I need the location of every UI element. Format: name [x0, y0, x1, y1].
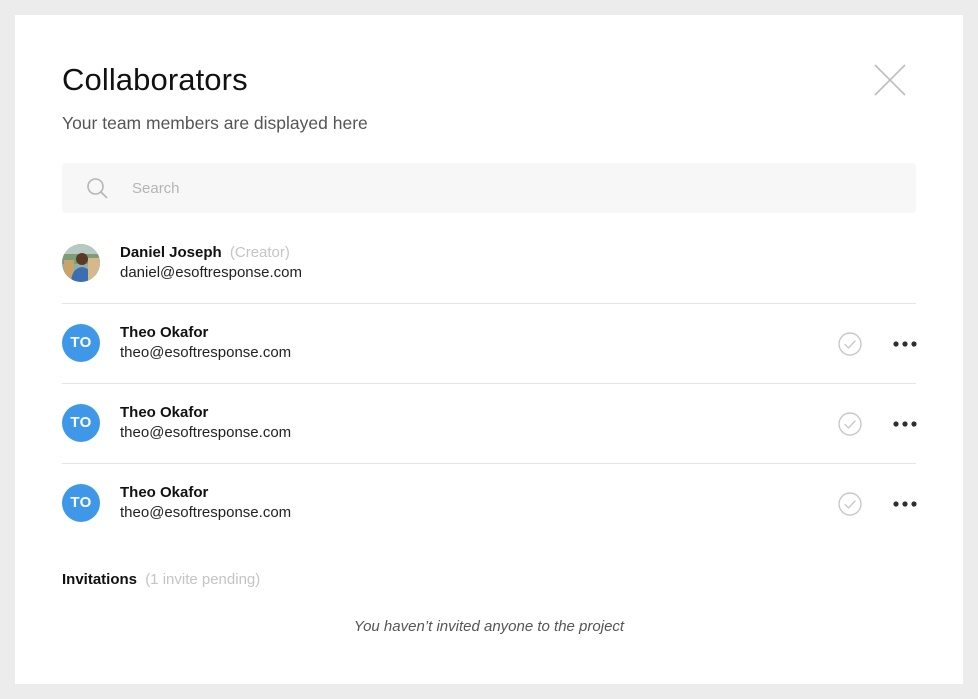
avatar: TO — [62, 324, 100, 362]
member-row-daniel-joseph: Daniel Joseph (Creator) daniel@esoftresp… — [62, 224, 916, 304]
close-icon — [874, 64, 906, 96]
check-circle-icon[interactable] — [838, 332, 862, 356]
more-horizontal-icon[interactable] — [892, 332, 918, 356]
invitations-label: Invitations — [62, 571, 138, 588]
modal-title: Collaborators — [62, 62, 248, 97]
avatar: TO — [62, 404, 100, 442]
member-email: daniel@esoftresponse.com — [120, 264, 302, 281]
avatar-photo — [62, 244, 100, 282]
check-circle-icon[interactable] — [838, 492, 862, 516]
member-name: Daniel Joseph — [120, 244, 222, 261]
search-input[interactable] — [122, 163, 902, 213]
avatar: TO — [62, 484, 100, 522]
search-icon — [87, 178, 108, 199]
member-name: Theo Okafor — [120, 404, 209, 421]
member-name-line: Daniel Joseph (Creator) — [120, 244, 290, 262]
invitations-empty-message: You haven’t invited anyone to the projec… — [353, 618, 625, 635]
modal-subtitle: Your team members are displayed here — [62, 113, 368, 133]
member-row: TO Theo Okafor theo@esoftresponse.com — [62, 464, 918, 544]
member-role: (Creator) — [229, 244, 290, 261]
more-horizontal-icon[interactable] — [892, 412, 918, 436]
invitations-heading: Invitations (1 invite pending) — [62, 571, 260, 589]
member-row: TO Theo Okafor theo@esoftresponse.com — [62, 384, 918, 464]
more-horizontal-icon[interactable] — [892, 492, 918, 516]
search-bar — [62, 163, 916, 213]
collaborators-modal: Collaborators Your team members are disp… — [15, 15, 963, 684]
member-email: theo@esoftresponse.com — [120, 504, 292, 521]
member-name-line: Theo Okafor — [120, 324, 208, 342]
avatar — [62, 244, 100, 282]
member-name: Theo Okafor — [120, 324, 209, 341]
invitations-count: (1 invite pending) — [145, 571, 261, 588]
member-email: theo@esoftresponse.com — [120, 424, 292, 441]
member-name-line: Theo Okafor — [120, 484, 208, 502]
member-email: theo@esoftresponse.com — [120, 344, 292, 361]
member-name: Theo Okafor — [120, 484, 209, 501]
check-circle-icon[interactable] — [838, 412, 862, 436]
member-name-line: Theo Okafor — [120, 404, 208, 422]
close-button[interactable] — [873, 63, 907, 97]
member-row: TO Theo Okafor theo@esoftresponse.com — [62, 304, 918, 384]
